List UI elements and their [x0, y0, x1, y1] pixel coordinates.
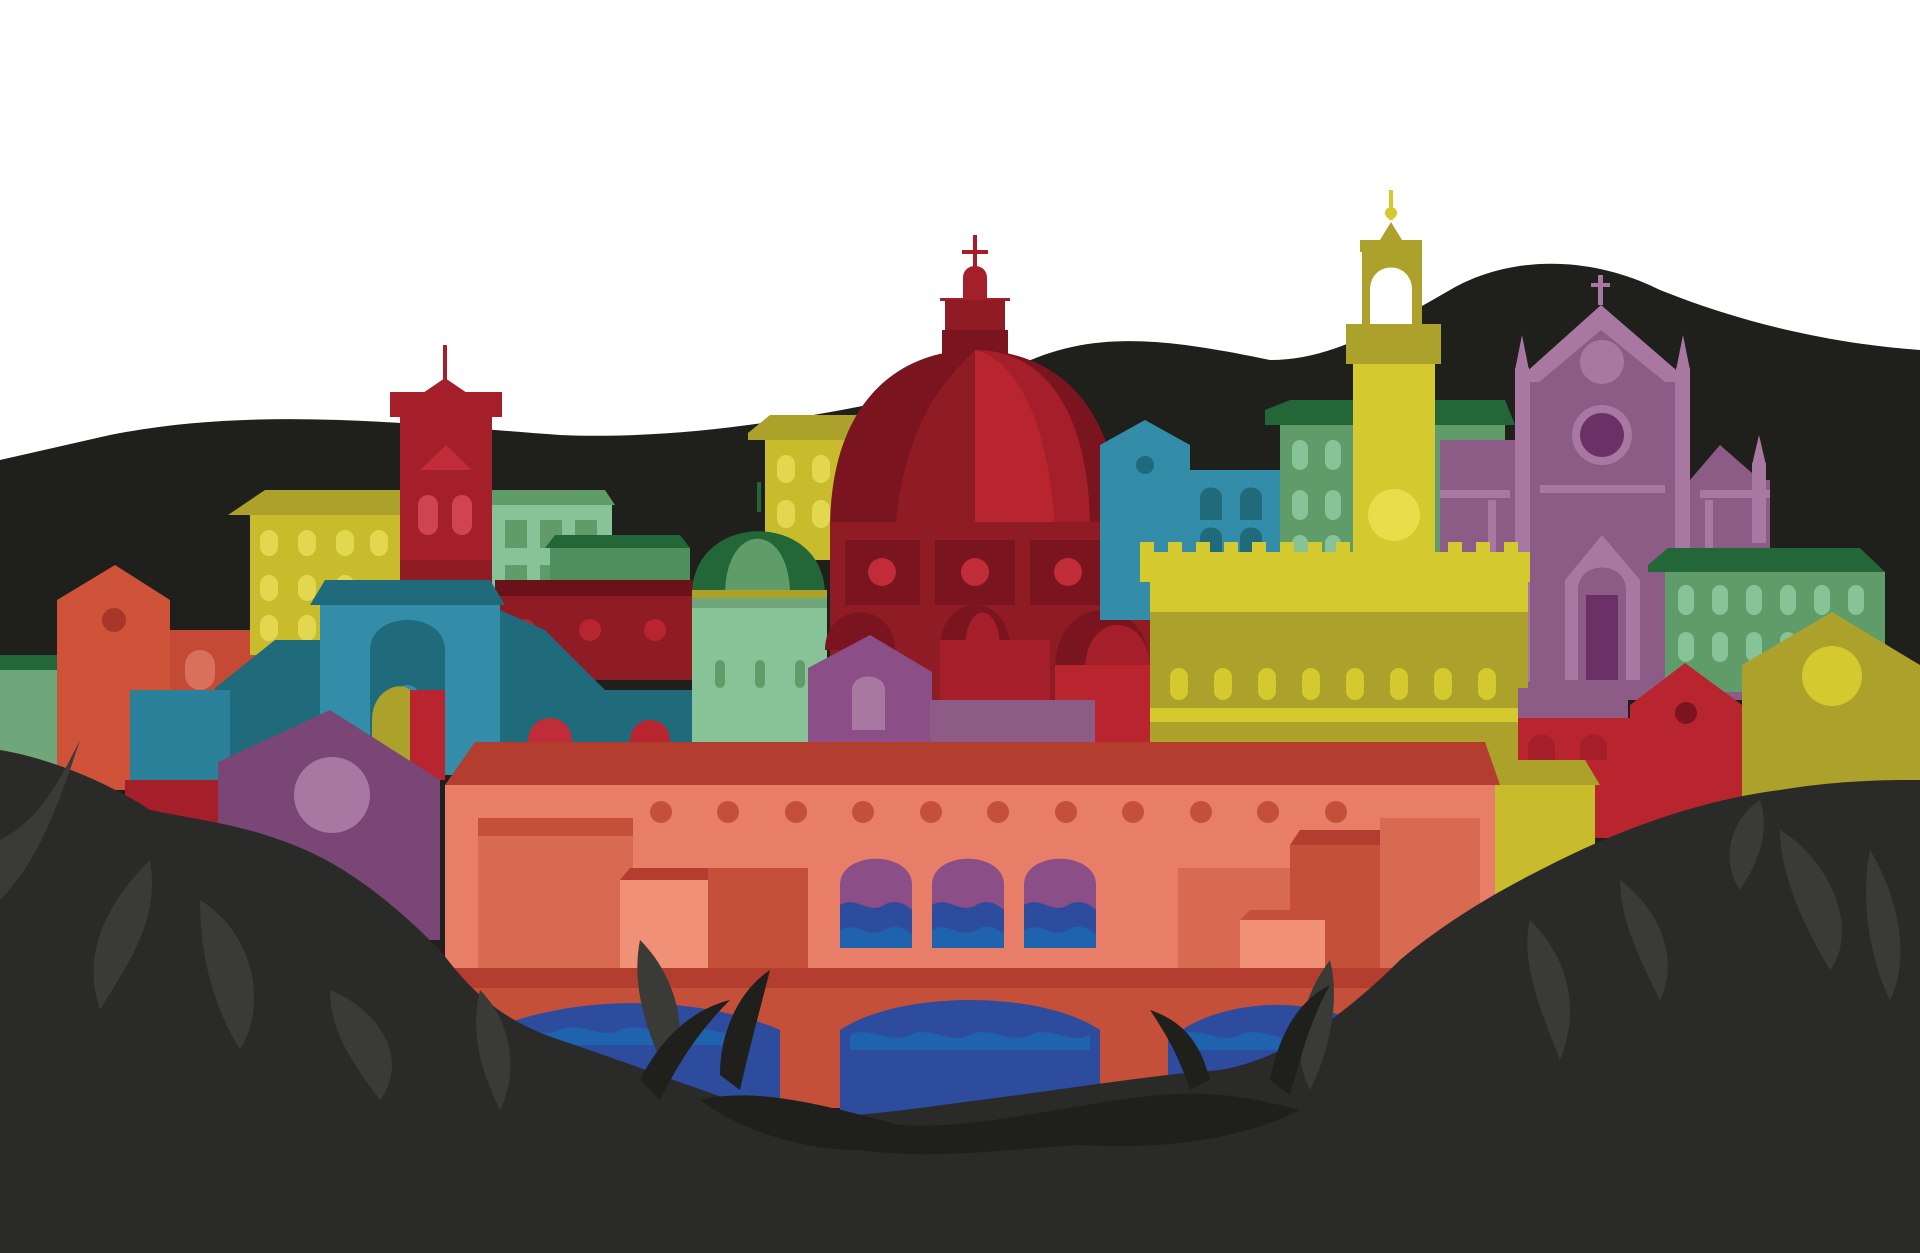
florence-skyline-scene [0, 0, 1920, 1253]
bridge-windows [840, 858, 1096, 948]
